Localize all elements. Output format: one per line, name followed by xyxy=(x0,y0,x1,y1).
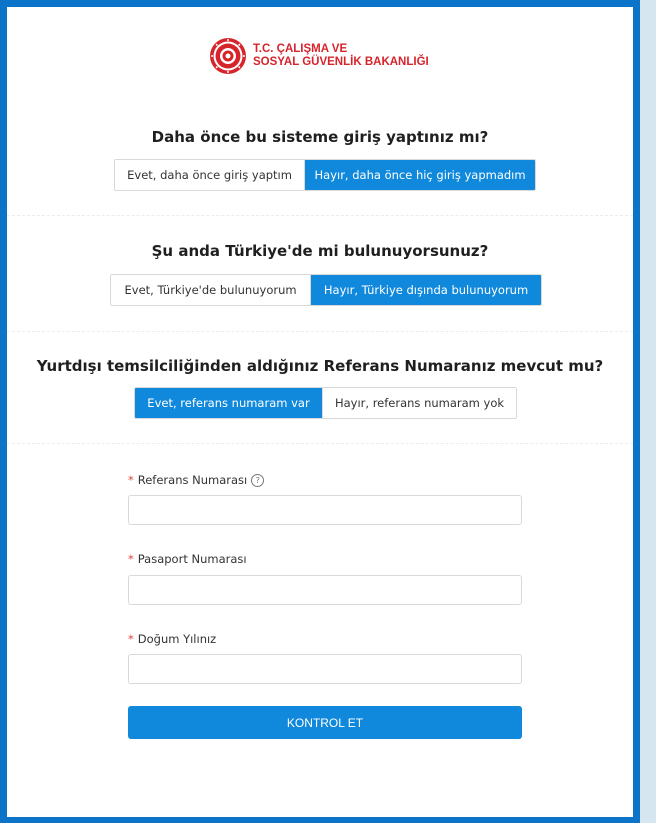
ministry-logo: T.C. ÇALIŞMA VE SOSYAL GÜVENLİK BAKANLIĞ… xyxy=(209,37,429,75)
reference-number-label-text: Referans Numarası xyxy=(137,473,248,487)
option-in-turkey-no[interactable]: Hayır, Türkiye dışında bulunuyorum xyxy=(310,275,541,305)
option-in-turkey-yes[interactable]: Evet, Türkiye'de bulunuyorum xyxy=(111,275,311,305)
previous-login-toggle: Evet, daha önce giriş yaptım Hayır, daha… xyxy=(114,159,536,191)
question-circle-icon[interactable]: ? xyxy=(251,473,265,487)
section-divider xyxy=(7,331,633,332)
required-marker: * xyxy=(128,552,134,566)
ministry-name-line1: T.C. ÇALIŞMA VE xyxy=(253,43,348,55)
window-frame: T.C. ÇALIŞMA VE SOSYAL GÜVENLİK BAKANLIĞ… xyxy=(0,0,640,823)
ministry-name: T.C. ÇALIŞMA VE SOSYAL GÜVENLİK BAKANLIĞ… xyxy=(253,43,429,69)
option-previous-login-yes[interactable]: Evet, daha önce giriş yaptım xyxy=(115,160,305,190)
form-card: T.C. ÇALIŞMA VE SOSYAL GÜVENLİK BAKANLIĞ… xyxy=(7,7,633,817)
passport-number-label-text: Pasaport Numarası xyxy=(137,552,247,566)
option-reference-yes[interactable]: Evet, referans numaram var xyxy=(135,388,323,418)
passport-number-input[interactable] xyxy=(128,575,522,605)
reference-number-toggle: Evet, referans numaram var Hayır, refera… xyxy=(134,387,517,419)
required-marker: * xyxy=(128,473,134,487)
birth-year-label-text: Doğum Yılınız xyxy=(137,632,217,646)
birth-year-label: * Doğum Yılınız xyxy=(128,632,216,646)
question-title-in-turkey: Şu anda Türkiye'de mi bulunuyorsunuz? xyxy=(151,242,489,260)
check-button[interactable]: KONTROL ET xyxy=(128,706,522,739)
section-divider xyxy=(7,215,633,216)
ministry-name-line2: SOSYAL GÜVENLİK BAKANLIĞI xyxy=(253,56,429,68)
question-title-reference-number: Yurtdışı temsilciliğinden aldığınız Refe… xyxy=(36,357,604,375)
option-reference-no[interactable]: Hayır, referans numaram yok xyxy=(322,388,516,418)
required-marker: * xyxy=(128,632,134,646)
passport-number-label: * Pasaport Numarası xyxy=(128,552,247,566)
ministry-emblem-icon xyxy=(210,38,246,74)
birth-year-input[interactable] xyxy=(128,654,522,684)
section-divider xyxy=(7,443,633,444)
in-turkey-toggle: Evet, Türkiye'de bulunuyorum Hayır, Türk… xyxy=(110,274,542,306)
option-previous-login-no[interactable]: Hayır, daha önce hiç giriş yapmadım xyxy=(304,160,535,190)
reference-number-input[interactable] xyxy=(128,495,522,525)
question-title-previous-login: Daha önce bu sisteme giriş yaptınız mı? xyxy=(151,128,489,146)
reference-number-label: * Referans Numarası ? xyxy=(128,473,265,487)
